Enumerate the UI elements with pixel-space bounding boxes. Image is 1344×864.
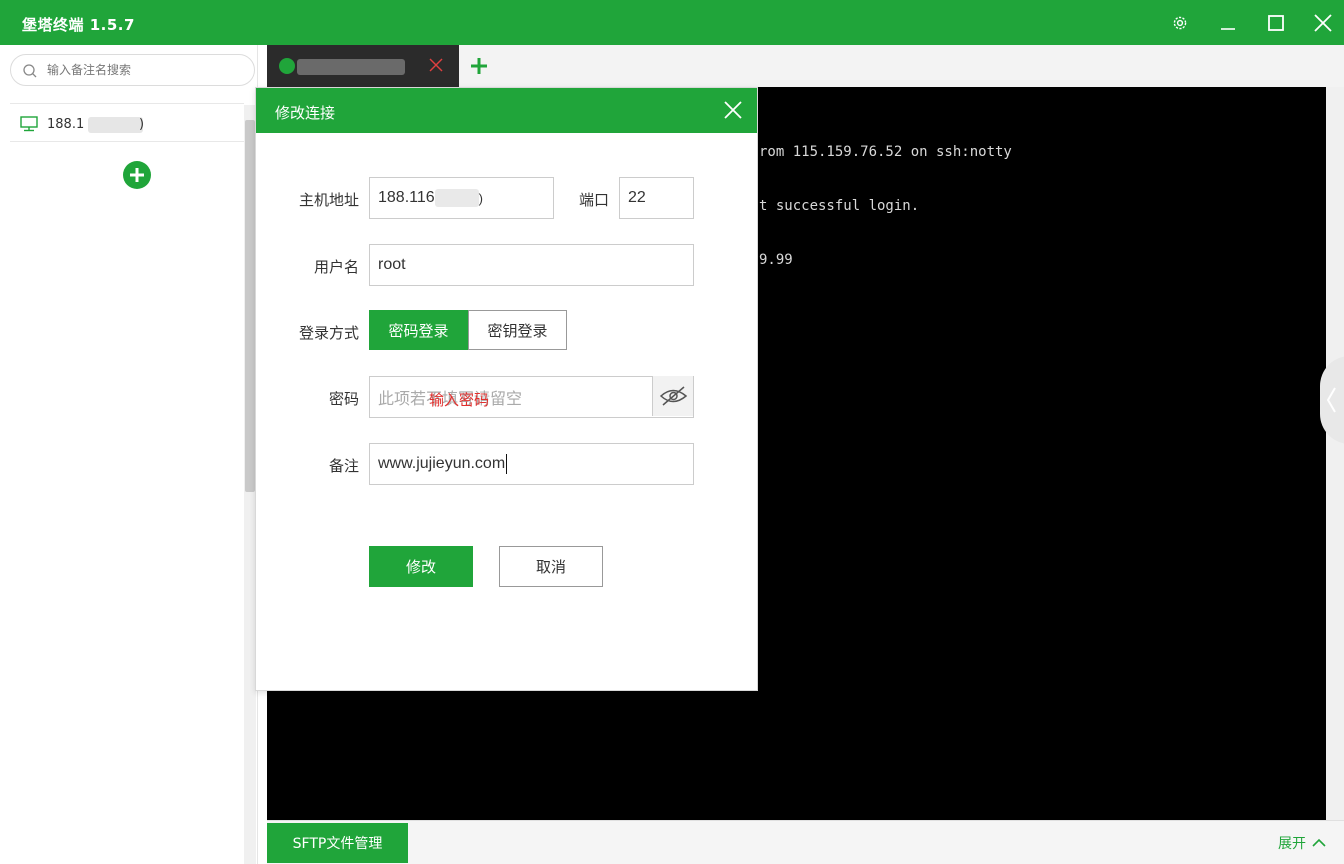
tab-label: [297, 59, 405, 75]
maximize-button[interactable]: [1253, 0, 1299, 45]
port-field[interactable]: 22: [619, 177, 694, 219]
connection-status-icon: [279, 58, 295, 74]
password-hint-annotation: 输入密码: [429, 391, 490, 409]
terminal-output: rom 115.159.76.52 on ssh:notty t success…: [759, 107, 1012, 305]
expand-label: 展开: [1278, 836, 1306, 852]
eye-slash-icon: [659, 386, 688, 406]
bottom-bar: SFTP文件管理 展开: [267, 820, 1344, 864]
add-tab-icon[interactable]: [469, 56, 489, 80]
username-field[interactable]: root: [369, 244, 694, 286]
sidebar: 188.1 ): [0, 45, 258, 864]
gear-icon: [1172, 15, 1188, 31]
chevron-up-icon: [1312, 838, 1326, 847]
terminal-line: rom 115.159.76.52 on ssh:notty: [759, 144, 1012, 160]
port-field-value: 22: [628, 189, 646, 206]
terminal-line: 9.99: [759, 252, 793, 268]
session-tab[interactable]: [267, 45, 459, 87]
toggle-password-visibility[interactable]: [652, 376, 693, 416]
key-login-option[interactable]: 密钥登录: [468, 310, 567, 350]
host-field-value: 188.116: [378, 189, 435, 206]
divider: [10, 103, 244, 104]
tab-close-icon[interactable]: [428, 57, 444, 77]
host-field-suffix: ): [478, 190, 483, 206]
search-box[interactable]: [10, 54, 255, 86]
host-list-item[interactable]: 188.1 ): [10, 107, 244, 142]
close-icon: [1314, 13, 1332, 32]
search-input[interactable]: [47, 60, 247, 80]
password-field-label: 密码: [328, 390, 359, 408]
host-field[interactable]: 188.116 ): [369, 177, 554, 219]
submit-button[interactable]: 修改: [369, 546, 473, 587]
note-field-value: www.jujieyun.com: [378, 455, 506, 472]
side-panel-toggle[interactable]: [1320, 356, 1344, 444]
dialog-close-icon[interactable]: [722, 99, 744, 125]
plus-icon: [130, 168, 144, 182]
port-field-label: 端口: [578, 191, 609, 209]
host-label: 188.1: [47, 117, 85, 132]
app-title: 堡塔终端 1.5.7: [22, 16, 135, 34]
minimize-button[interactable]: [1205, 0, 1251, 45]
password-field[interactable]: 此项若不填写请留空: [369, 376, 694, 418]
note-field-label: 备注: [328, 457, 359, 475]
add-host-button[interactable]: [123, 161, 151, 189]
note-field[interactable]: www.jujieyun.com: [369, 443, 694, 485]
search-icon: [22, 63, 38, 83]
cancel-button[interactable]: 取消: [499, 546, 603, 587]
username-field-label: 用户名: [313, 258, 359, 276]
settings-button[interactable]: [1157, 0, 1203, 45]
username-field-value: root: [378, 256, 406, 273]
dialog-header: 修改连接: [256, 88, 757, 133]
host-label-suffix: ): [139, 117, 145, 132]
monitor-icon: [20, 116, 38, 136]
terminal-line: t successful login.: [759, 198, 920, 214]
chevron-left-icon: [1326, 387, 1336, 413]
expand-button[interactable]: 展开: [1278, 833, 1326, 853]
dialog-title: 修改连接: [275, 104, 336, 122]
redacted-text: [434, 189, 479, 207]
password-login-option[interactable]: 密码登录: [369, 310, 468, 350]
host-field-label: 主机地址: [298, 191, 359, 209]
terminal-scrollbar[interactable]: [1326, 87, 1344, 820]
tab-bar: [267, 45, 1344, 87]
scrollbar-thumb[interactable]: [245, 120, 255, 492]
maximize-icon: [1268, 14, 1284, 31]
title-bar: 堡塔终端 1.5.7: [0, 0, 1344, 45]
sftp-manager-button[interactable]: SFTP文件管理: [267, 823, 408, 863]
minimize-icon: [1220, 15, 1236, 31]
edit-connection-dialog: 修改连接 主机地址 188.116 ) 端口 22 用户名 root 登录方式 …: [255, 87, 758, 691]
text-cursor: [506, 454, 508, 474]
redacted-text: [88, 117, 143, 133]
close-button[interactable]: [1300, 0, 1344, 45]
login-method-label: 登录方式: [298, 324, 359, 342]
